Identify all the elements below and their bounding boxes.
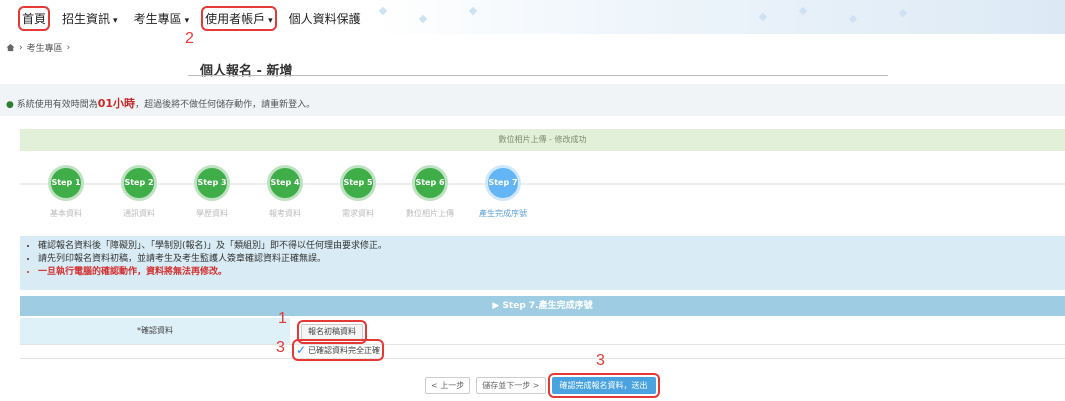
instruction-warning: 一旦執行電腦的確認動作，資料將無法再修改。 (38, 266, 1065, 279)
instructions-panel: 確認報名資料後「障礙別」、「學制別(報名)」及「類組別」即不得以任何理由要求修正… (20, 236, 1065, 290)
step-6-label: 數位相片上傳 (406, 209, 454, 218)
nav-user-account[interactable]: 使用者帳戶 ▾ (201, 6, 277, 31)
main-menu: 首頁 招生資訊 ▾ 考生專區 ▾ 使用者帳戶 ▾ 個人資料保護 (17, 6, 361, 31)
confirm-row: *確認資料 (20, 318, 1065, 345)
breadcrumb: › 考生專區 › (6, 41, 70, 54)
caret-down-icon: ▾ (268, 16, 273, 26)
step-4-badge[interactable]: Step 4 (267, 165, 303, 201)
step-5-label: 需求資料 (342, 209, 374, 218)
save-next-button[interactable]: 儲存並下一步 > (476, 377, 546, 394)
section-title: Step 7.產生完成序號 (502, 301, 593, 311)
step-7-label: 產生完成序號 (479, 209, 527, 218)
annotation-number: 3 (596, 352, 605, 369)
caret-down-icon: ▾ (113, 16, 118, 26)
nav-home[interactable]: 首頁 (17, 6, 51, 31)
previous-step-button[interactable]: < 上一步 (425, 377, 471, 394)
section-header: ▶ Step 7.產生完成序號 (20, 296, 1065, 316)
info-icon: ● (6, 100, 14, 110)
draft-data-button[interactable]: 報名初稿資料 (297, 320, 367, 344)
step-1-badge[interactable]: Step 1 (48, 165, 84, 201)
session-notice: ● 系統使用有效時間為01小時，超過後將不做任何儲存動作，請重新登入。 (6, 95, 315, 111)
title-divider (188, 75, 888, 76)
annotation-number: 2 (185, 30, 194, 47)
notice-time: 01小時 (97, 97, 136, 110)
step-5-badge[interactable]: Step 5 (340, 165, 376, 201)
success-message: 數位相片上傳 - 修改成功 (20, 129, 1065, 151)
nav-privacy[interactable]: 個人資料保護 (289, 10, 361, 27)
step-2-label: 通訊資料 (123, 209, 155, 218)
step-1-label: 基本資料 (50, 209, 82, 218)
steps-connector (20, 183, 1065, 185)
step-6-badge[interactable]: Step 6 (412, 165, 448, 201)
notice-suffix: ，超過後將不做任何儲存動作，請重新登入。 (135, 100, 316, 110)
nav-label: 考生專區 (133, 12, 182, 26)
step-4-label: 報考資料 (269, 209, 301, 218)
breadcrumb-item[interactable]: 考生專區 (27, 41, 63, 54)
nav-admissions-info[interactable]: 招生資訊 ▾ (62, 10, 118, 27)
form-actions: < 上一步 儲存並下一步 > 確認完成報名資料，送出 (425, 373, 660, 398)
home-icon[interactable] (6, 43, 15, 52)
page-title: 個人報名 - 新增 (200, 64, 293, 79)
notice-prefix: 系統使用有效時間為 (16, 100, 98, 110)
submit-button[interactable]: 確認完成報名資料，送出 (547, 373, 660, 398)
step-3-badge[interactable]: Step 3 (194, 165, 230, 201)
instruction-item: 請先列印報名資料初稿，並請考生及考生監護人簽章確認資料正確無誤。 (38, 253, 1065, 266)
nav-label: 使用者帳戶 (205, 12, 266, 26)
nav-label: 招生資訊 (62, 12, 111, 26)
caret-down-icon: ▾ (184, 16, 190, 26)
annotation-number: 3 (276, 339, 285, 356)
step-7-badge[interactable]: Step 7 (485, 165, 521, 201)
breadcrumb-separator: › (66, 42, 71, 53)
breadcrumb-separator: › (19, 42, 23, 53)
annotation-number: 1 (278, 310, 287, 327)
instruction-item: 確認報名資料後「障礙別」、「學制別(報名)」及「類組別」即不得以任何理由要求修正… (38, 240, 1065, 253)
confirm-checkbox[interactable]: ✓ 已確認資料完全正確 (291, 339, 385, 361)
confirm-label: *確認資料 (20, 318, 290, 344)
play-icon: ▶ (492, 301, 503, 311)
nav-candidate-area[interactable]: 考生專區 ▾ (134, 10, 190, 27)
step-3-label: 學歷資料 (196, 209, 228, 218)
checkbox-label: 已確認資料完全正確 (308, 345, 381, 355)
checkmark-icon: ✓ (296, 343, 307, 357)
checkbox-row (20, 344, 1065, 359)
step-2-badge[interactable]: Step 2 (121, 165, 157, 201)
